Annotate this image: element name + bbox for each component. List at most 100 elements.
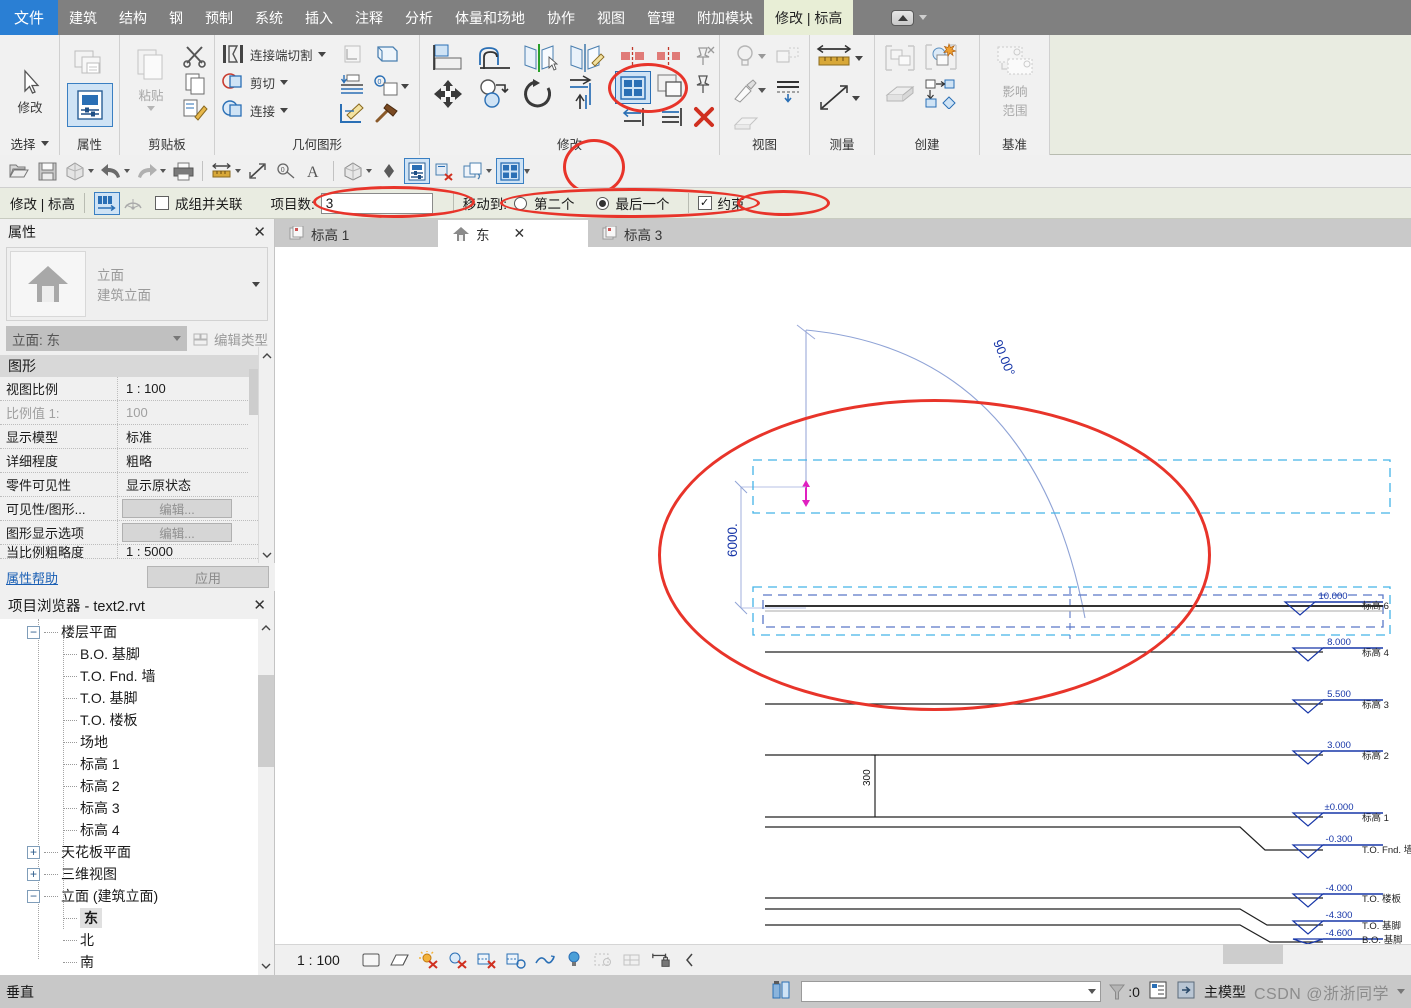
undo-button[interactable] [98,158,124,184]
chevron-down-icon[interactable] [317,51,326,57]
detail-level-coarse-icon[interactable] [361,950,381,970]
tree-node-floor-plans[interactable]: − 楼层平面 [0,621,274,643]
properties-palette-button[interactable] [67,83,113,127]
paste-button[interactable]: 粘贴 [122,45,180,111]
array-button[interactable] [615,71,651,104]
chevron-left-icon[interactable] [680,950,700,970]
paint-button[interactable] [337,101,367,130]
tree-node-level-4[interactable]: 标高 4 [0,819,274,841]
influence-range-button[interactable]: 影响 范围 [986,45,1044,119]
item-count-input[interactable]: 3 [320,192,433,214]
expander-plus-icon[interactable]: + [27,845,40,859]
chevron-down-icon[interactable] [147,106,155,111]
properties-group-header[interactable]: 图形 ⌃ [0,355,274,377]
measure-qat-button[interactable] [209,158,235,184]
chevron-down-icon[interactable] [160,169,166,173]
menu-tab-precast[interactable]: 预制 [194,0,244,35]
visual-style-icon[interactable] [390,950,410,970]
section-box-button[interactable] [376,158,402,184]
menu-tab-steel[interactable]: 钢 [158,0,194,35]
scroll-down-button[interactable] [258,957,274,975]
tree-node-south[interactable]: 南 [0,951,274,971]
properties-toggle-button[interactable] [61,45,119,85]
chevron-down-icon[interactable] [124,169,130,173]
chevron-down-icon[interactable] [524,168,530,174]
shadows-off-icon[interactable] [448,950,468,970]
offset-button[interactable] [478,43,514,76]
menu-tab-modify-level[interactable]: 修改 | 标高 [764,0,854,35]
radial-array-button[interactable] [120,192,146,215]
worksets-icon[interactable] [1148,980,1168,1003]
expander-minus-icon[interactable]: − [27,625,40,639]
crop-region-icon[interactable] [477,950,497,970]
property-row[interactable]: 可见性/图形... 编辑... [0,497,274,521]
linework-button[interactable] [774,77,802,106]
tree-node-north[interactable]: 北 [0,929,274,951]
unpin-button[interactable] [692,45,716,70]
minimize-ribbon-button[interactable] [891,9,915,26]
chevron-down-icon[interactable] [855,55,863,61]
tree-node-ceiling-plans[interactable]: + 天花板平面 [0,841,274,863]
chevron-down-icon[interactable] [280,79,289,85]
tree-node-level-1[interactable]: 标高 1 [0,753,274,775]
create-group-button[interactable] [923,41,959,76]
visibility-graphics-edit-button[interactable]: 编辑... [122,499,232,518]
chevron-down-icon[interactable] [40,141,49,146]
delete-button[interactable] [692,105,716,132]
display-constraints-icon[interactable] [622,950,642,970]
design-options-icon[interactable] [771,979,793,1004]
edit-type-button[interactable]: 编辑类型 [193,329,268,349]
scroll-up-button[interactable] [259,347,275,364]
apply-button[interactable]: 应用 [147,566,269,588]
linear-array-button[interactable] [94,191,121,215]
mirror-draw-axis-button[interactable] [568,43,606,76]
move-button[interactable] [432,79,466,112]
scroll-up-button[interactable] [258,619,274,637]
tree-node-east[interactable]: 东 [0,907,274,929]
view-tab-level-1[interactable]: 标高 1 [275,220,438,247]
modify-tool-button[interactable]: 修改 [1,67,59,116]
view-tab-level-3[interactable]: 标高 3 [588,220,748,247]
property-row[interactable]: 显示模型 标准 [0,425,274,449]
chevron-down-icon[interactable] [235,169,241,173]
property-value[interactable]: 1 : 5000 [118,545,274,558]
beam-cutback-button[interactable] [373,41,401,70]
graphic-display-options-edit-button[interactable]: 编辑... [122,523,232,542]
close-icon[interactable]: ✕ [253,596,266,614]
property-row[interactable]: 图形显示选项 编辑... [0,521,274,545]
chevron-down-icon[interactable] [758,87,766,93]
array-group-button[interactable] [923,77,959,112]
tree-node-to-fnd-wall[interactable]: T.O. Fnd. 墙 [0,665,274,687]
redo-button[interactable] [134,158,160,184]
hide-crop-icon[interactable] [506,950,526,970]
tree-node-site[interactable]: 场地 [0,731,274,753]
menu-tab-analyze[interactable]: 分析 [394,0,444,35]
type-selector[interactable]: 立面 建筑立面 [6,247,268,321]
design-option-combo[interactable] [801,981,1102,1002]
chevron-down-icon[interactable] [758,53,766,59]
menu-tab-collaborate[interactable]: 协作 [536,0,586,35]
aligned-dimension-button[interactable] [245,158,271,184]
text-button[interactable]: A [301,158,327,184]
close-icon[interactable]: ✕ [253,223,266,241]
scrollbar-thumb[interactable] [1223,944,1283,964]
rotate-button[interactable] [522,79,558,112]
expander-minus-icon[interactable]: − [27,889,40,903]
scrollbar-thumb[interactable] [258,675,274,767]
radio-move-to-last[interactable] [595,196,609,210]
tag-button[interactable]: 0 [273,158,299,184]
reveal-hidden-button[interactable] [732,43,766,69]
align-button[interactable] [432,43,466,76]
split-with-gap-button[interactable] [656,47,682,68]
constraints-lock-icon[interactable] [651,950,671,970]
menu-tab-annotate[interactable]: 注释 [344,0,394,35]
tree-node-level-2[interactable]: 标高 2 [0,775,274,797]
chevron-down-icon[interactable] [1397,989,1405,994]
reveal-hidden-icon[interactable] [564,950,584,970]
split-face-button[interactable]: 0 [373,73,409,99]
beam-system-button[interactable] [732,111,760,136]
copy-move-button[interactable] [478,79,514,112]
properties-qat-button[interactable] [404,158,430,184]
menu-tab-architecture[interactable]: 建筑 [58,0,108,35]
align-right-button[interactable] [658,107,684,130]
